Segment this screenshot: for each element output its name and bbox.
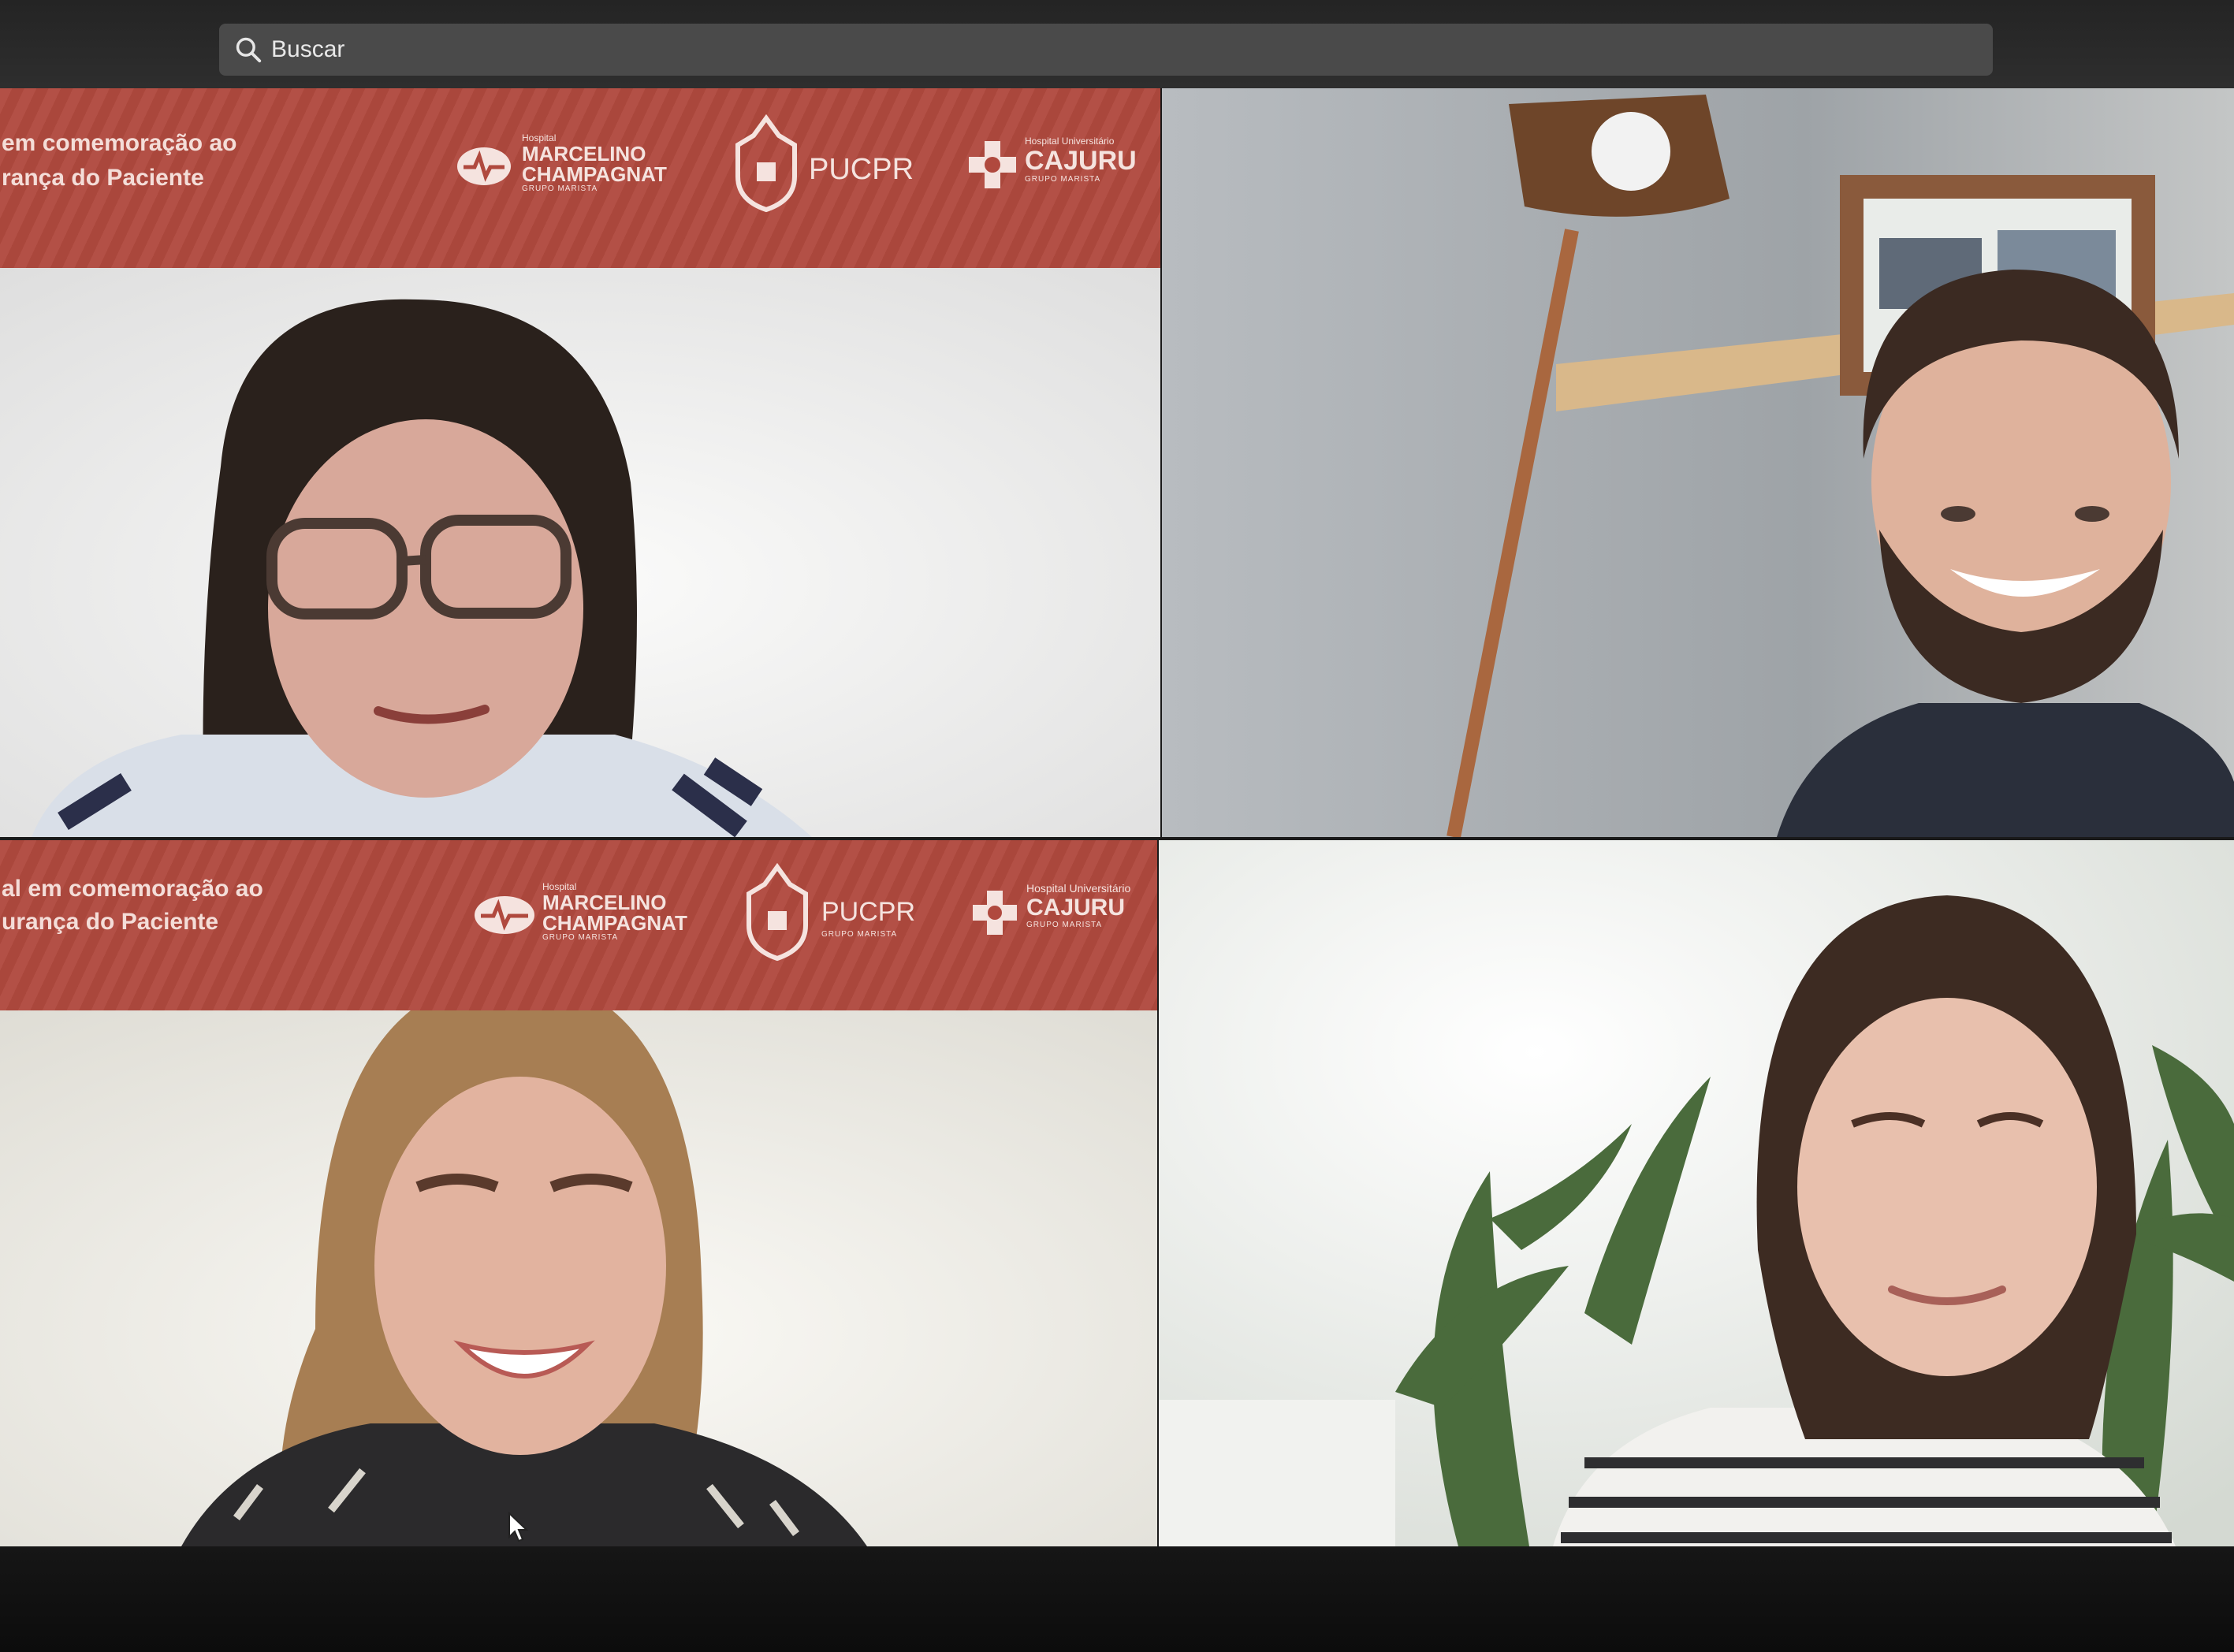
participant-4-video (1159, 840, 2234, 1546)
video-tile-participant-4[interactable] (1159, 840, 2234, 1546)
cajuru-text: CAJURU (1026, 895, 1126, 921)
search-bar[interactable]: Buscar (219, 24, 1993, 76)
banner-line-1: al em comemoração ao (2, 876, 263, 902)
logo-pucpr: PUCPR (727, 113, 914, 220)
pucpr-crest-icon (747, 862, 808, 962)
window-bottom-bar (0, 1546, 2234, 1652)
pucpr-text: PUCPR (809, 153, 914, 186)
hospital-universitario-label: Hospital Universitário (1025, 136, 1115, 147)
grupo-marista-text-2: GRUPO MARISTA (1025, 175, 1101, 184)
cajuru-cross-icon (973, 891, 1017, 935)
champagnat-text: CHAMPAGNAT (542, 911, 687, 935)
search-icon (236, 37, 262, 63)
logo-pucpr: PUCPR GRUPO MARISTA (738, 862, 915, 969)
hospital-universitario-label: Hospital Universitário (1026, 882, 1131, 895)
marcelino-text: MARCELINO (542, 891, 667, 914)
pucpr-text: PUCPR (821, 897, 916, 927)
banner-line-2: urança do Paciente (2, 909, 219, 935)
grupo-marista-text-3: GRUPO MARISTA (821, 930, 898, 939)
cajuru-cross-icon (969, 141, 1016, 188)
marcelino-logo-icon (475, 896, 534, 934)
window-top-bar: Buscar (0, 0, 2234, 88)
pucpr-crest-icon (735, 113, 797, 213)
grupo-marista-text-4: GRUPO MARISTA (1026, 921, 1103, 929)
participant-2-video (1162, 88, 2234, 837)
champagnat-text: CHAMPAGNAT (522, 162, 667, 186)
search-input[interactable]: Buscar (271, 35, 344, 64)
video-tile-participant-3[interactable]: al em comemoração ao urança do Paciente … (0, 840, 1157, 1546)
marcelino-logo-icon (457, 147, 511, 185)
video-tile-participant-2[interactable] (1162, 88, 2234, 837)
marcelino-text: MARCELINO (522, 142, 646, 166)
cajuru-text: CAJURU (1025, 146, 1137, 176)
banner-line-1: em comemoração ao (2, 130, 237, 156)
banner-line-2: rança do Paciente (2, 165, 204, 191)
mouse-cursor-icon (508, 1512, 529, 1542)
video-tile-participant-1[interactable]: em comemoração ao rança do Paciente Hosp… (0, 88, 1160, 837)
